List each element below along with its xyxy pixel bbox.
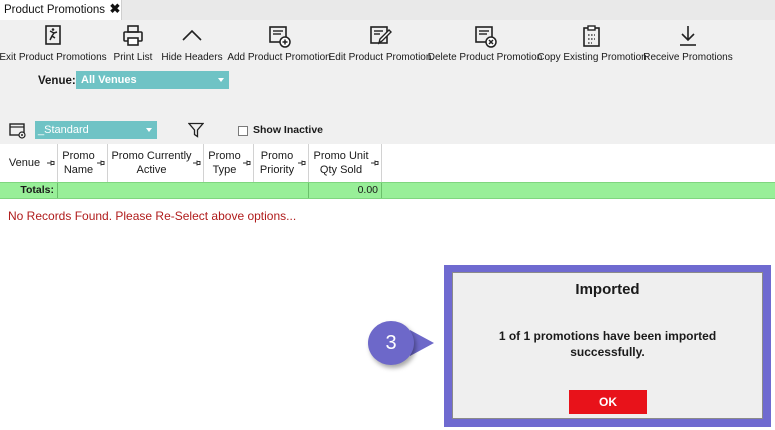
pin-icon[interactable] xyxy=(243,159,251,167)
tab-label: Product Promotions xyxy=(4,4,105,16)
receive-promotions-button[interactable]: Receive Promotions xyxy=(643,24,733,66)
pin-icon[interactable] xyxy=(371,159,379,167)
step-badge: 3 xyxy=(368,321,414,365)
delete-product-promotion-button[interactable]: Delete Product Promotion xyxy=(428,24,542,66)
column-label: Promo Type xyxy=(208,150,241,176)
imported-dialog: Imported 1 of 1 promotions have been imp… xyxy=(452,272,763,419)
ok-button[interactable]: OK xyxy=(569,390,647,414)
button-label: Receive Promotions xyxy=(643,52,733,63)
chevron-down-icon xyxy=(146,128,152,132)
button-label: Add Product Promotion xyxy=(227,52,331,63)
column-header-promo-type[interactable]: Promo Type xyxy=(204,144,254,182)
close-icon[interactable]: ✖ xyxy=(109,2,121,16)
toolbar-area: Exit Product Promotions Print List Hide … xyxy=(0,20,775,144)
layout-value: _Standard xyxy=(38,124,89,136)
edit-promotion-icon xyxy=(370,26,392,45)
pin-icon[interactable] xyxy=(97,159,105,167)
column-label: Promo Unit Qty Sold xyxy=(313,150,369,176)
layout-dropdown[interactable]: _Standard xyxy=(35,121,157,139)
exit-product-promotions-button[interactable]: Exit Product Promotions xyxy=(0,24,107,66)
no-records-message: No Records Found. Please Re-Select above… xyxy=(8,209,297,223)
show-inactive-label: Show Inactive xyxy=(253,124,324,136)
column-header-venue[interactable]: Venue xyxy=(0,144,58,182)
download-icon xyxy=(680,26,696,46)
add-product-promotion-button[interactable]: Add Product Promotion xyxy=(227,24,331,66)
totals-qty-sold: 0.00 xyxy=(309,183,382,198)
chevron-up-icon xyxy=(182,29,202,41)
button-label: Delete Product Promotion xyxy=(427,52,543,63)
column-header-promo-unit-qty-sold[interactable]: Promo Unit Qty Sold xyxy=(309,144,382,182)
column-label: Venue xyxy=(8,157,41,169)
pin-icon[interactable] xyxy=(298,159,306,167)
venue-value: All Venues xyxy=(81,74,137,86)
column-label: Promo Priority xyxy=(259,150,295,176)
show-inactive-checkbox[interactable] xyxy=(238,126,248,136)
venue-dropdown[interactable]: All Venues xyxy=(76,71,229,89)
pin-icon[interactable] xyxy=(193,159,201,167)
column-header-promo-name[interactable]: Promo Name xyxy=(58,144,108,182)
button-label: Print List xyxy=(113,52,153,63)
tab-strip: Product Promotions ✖ xyxy=(0,0,775,20)
layout-settings-icon[interactable] xyxy=(9,123,27,139)
totals-label: Totals: xyxy=(0,183,58,198)
dialog-message: 1 of 1 promotions have been imported suc… xyxy=(498,329,717,359)
edit-product-promotion-button[interactable]: Edit Product Promotion xyxy=(329,24,431,66)
filter-icon[interactable] xyxy=(188,122,204,138)
add-promotion-icon xyxy=(269,26,291,48)
totals-row: Totals: 0.00 xyxy=(0,182,775,199)
delete-promotion-icon xyxy=(475,26,497,48)
print-list-button[interactable]: Print List xyxy=(113,24,153,66)
hide-headers-button[interactable]: Hide Headers xyxy=(161,24,223,66)
button-label: Hide Headers xyxy=(161,52,223,63)
totals-spacer xyxy=(58,183,309,198)
button-label: Edit Product Promotion xyxy=(328,52,432,63)
column-header-promo-priority[interactable]: Promo Priority xyxy=(254,144,309,182)
copy-existing-promotion-button[interactable]: Copy Existing Promotion xyxy=(537,24,647,66)
exit-icon xyxy=(45,25,61,45)
pin-icon[interactable] xyxy=(47,159,55,167)
copy-promotion-icon xyxy=(583,25,600,47)
tab-product-promotions[interactable]: Product Promotions ✖ xyxy=(0,0,122,20)
column-header-promo-currently-active[interactable]: Promo Currently Active xyxy=(108,144,204,182)
printer-icon xyxy=(123,25,143,46)
grid-header: Venue Promo Name Promo Currently Active … xyxy=(0,144,775,182)
venue-label: Venue: xyxy=(38,75,76,87)
button-label: Exit Product Promotions xyxy=(0,52,107,63)
chevron-down-icon xyxy=(218,78,224,82)
dialog-title: Imported xyxy=(575,281,640,298)
column-label: Promo Name xyxy=(62,150,95,176)
button-label: Copy Existing Promotion xyxy=(537,52,647,63)
column-label: Promo Currently Active xyxy=(111,150,192,176)
